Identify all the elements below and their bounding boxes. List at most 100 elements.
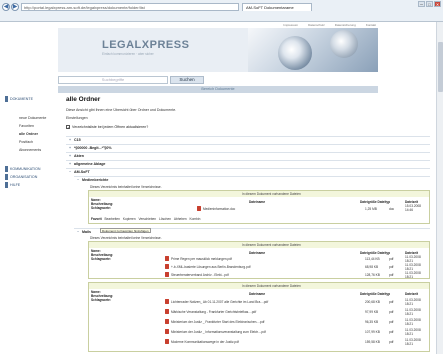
- delete-link[interactable]: Löschen: [159, 217, 171, 221]
- close-icon[interactable]: ✕: [434, 1, 441, 7]
- move-link[interactable]: Verschieben: [139, 217, 157, 221]
- collapse-icon[interactable]: −: [74, 230, 82, 234]
- file-date: 11.03.2008 18:21: [405, 338, 421, 346]
- refresh-setting: ✓ Verzeichnisliste bei jedem Öffnen aktu…: [66, 125, 148, 130]
- folder-row[interactable]: + allgemeine Ablage: [66, 160, 430, 167]
- favorite-link[interactable]: Favorit: [91, 217, 102, 221]
- sidebar: DOKUMENTE neue Dokumente Favoriten alle …: [0, 96, 58, 354]
- collapse-icon[interactable]: −: [74, 178, 82, 182]
- file-type: doc: [389, 207, 395, 211]
- search-input[interactable]: Suchbegriffe: [58, 76, 168, 84]
- pdf-icon: [165, 319, 169, 324]
- column-header-date: Dateizeit: [405, 292, 419, 296]
- logo-tagline: Einfach kommunizieren · aber sicher: [102, 52, 154, 56]
- file-size: 128,76 KB: [365, 273, 380, 277]
- pdf-icon: [165, 264, 169, 269]
- file-type: pdf: [389, 273, 394, 277]
- folder-row[interactable]: + C15: [66, 136, 430, 143]
- file-type: pdf: [389, 340, 394, 344]
- document-card: In diesem Dokument vorhandene Dateien Na…: [88, 282, 430, 352]
- address-bar[interactable]: http://portal.legalxpress.am-soft.de/leg…: [21, 3, 239, 11]
- sidebar-item-new-documents[interactable]: neue Dokumente: [19, 116, 46, 120]
- lens-graphic: [330, 30, 358, 58]
- checkout-link[interactable]: Abheben: [174, 217, 187, 221]
- folder-row[interactable]: − AM-SoFT: [66, 168, 430, 175]
- header-image: [248, 28, 378, 72]
- folder-note: Dieses Verzeichnis beinhaltet keine Verz…: [90, 185, 162, 189]
- sidebar-item-subscriptions[interactable]: Abonnements: [19, 148, 41, 152]
- column-header-filename: Dateiname: [249, 251, 266, 255]
- maximize-icon[interactable]: □: [426, 1, 433, 7]
- file-date: 11.03.2008 18:21: [405, 318, 421, 326]
- toplink-impressum[interactable]: Impressum: [283, 23, 298, 27]
- back-icon[interactable]: ◀: [2, 3, 10, 11]
- file-link[interactable]: +-b-XML-basierte Lösungen aus Berlin-Bra…: [171, 265, 351, 269]
- copy-link[interactable]: Kopieren: [123, 217, 136, 221]
- file-type: pdf: [389, 265, 394, 269]
- forward-icon[interactable]: ▶: [11, 3, 19, 11]
- pdf-icon: [165, 309, 169, 314]
- pdf-icon: [165, 256, 169, 261]
- file-link[interactable]: Moderne Kommunikationswege in der Justiz…: [171, 340, 361, 344]
- file-type: pdf: [389, 300, 394, 304]
- column-header-size-type: Dateigröße Dateityp: [360, 251, 391, 255]
- folder-row[interactable]: + *§00000 -Beglt...*°§0%: [66, 144, 430, 151]
- file-date: 11.03.2008 18:21: [405, 308, 421, 316]
- files-info: In diesem Dokument vorhandene Dateien: [89, 191, 429, 197]
- column-header-size-type: Dateigröße Dateityp: [360, 200, 391, 204]
- pdf-icon: [165, 299, 169, 304]
- logo[interactable]: LEGALXPRESS: [102, 39, 189, 51]
- refresh-checkbox[interactable]: ✓: [66, 125, 70, 130]
- column-header-filename: Dateiname: [249, 200, 266, 204]
- vertical-scrollbar[interactable]: [436, 22, 443, 354]
- combine-link[interactable]: Kombin: [190, 217, 201, 221]
- edit-link[interactable]: Bearbeiten: [105, 217, 120, 221]
- file-link[interactable]: Märkische Veranstaltung - Frankfurter Ge…: [171, 310, 361, 314]
- file-date: 11.03.2008 18:21: [405, 298, 421, 306]
- search-button[interactable]: Suchen: [170, 76, 204, 84]
- column-header-size-type: Dateigröße Dateityp: [360, 292, 391, 296]
- toplink-datensicherung[interactable]: Datensicherung: [335, 23, 356, 27]
- sidebar-documents[interactable]: DOKUMENTE: [5, 96, 55, 102]
- sidebar-communication[interactable]: KOMMUNIKATION: [5, 166, 55, 172]
- file-date: 11.03.2008 18:21: [405, 328, 421, 336]
- sidebar-help[interactable]: HILFE: [5, 182, 55, 188]
- file-size: 68,98 KB: [365, 265, 379, 269]
- file-link[interactable]: Ministerium der Justiz _ Informationsver…: [171, 330, 361, 334]
- file-size: 97,99 KB: [365, 310, 379, 314]
- file-link[interactable]: Medieninformation.doc: [203, 207, 343, 211]
- minimize-icon[interactable]: ─: [418, 1, 425, 7]
- file-type: pdf: [389, 257, 394, 261]
- area-bar: Bereich Dokumente: [58, 86, 378, 93]
- collapse-icon[interactable]: −: [66, 170, 74, 174]
- toplink-kontakt[interactable]: Kontakt: [366, 23, 376, 27]
- subfolder-row[interactable]: − Medienberichte: [74, 176, 430, 183]
- expand-icon[interactable]: +: [66, 162, 74, 166]
- expand-icon[interactable]: +: [66, 154, 74, 158]
- window-controls: ─ □ ✕: [418, 1, 441, 7]
- document-actions: Favorit Bearbeiten Kopieren Verschieben …: [91, 217, 200, 221]
- tags-label: Schlagworte:: [91, 206, 112, 210]
- sidebar-organisation[interactable]: ORGANISATION: [5, 174, 55, 180]
- pdf-icon: [165, 329, 169, 334]
- toplink-datenschutz[interactable]: Datenschutz: [308, 23, 325, 27]
- expand-icon[interactable]: +: [66, 146, 74, 150]
- browser-tab[interactable]: AM-SoFT Dokumentarame: [242, 3, 312, 11]
- sidebar-item-mailbox[interactable]: Postfach: [19, 140, 33, 144]
- expand-icon[interactable]: +: [66, 138, 74, 142]
- pdf-icon: [165, 272, 169, 277]
- file-link[interactable]: Steuerberaterverband Archiv - Elekt...pd…: [171, 273, 351, 277]
- file-date: 11.03.2008 18:21: [405, 263, 421, 271]
- scrollbar-thumb[interactable]: [438, 42, 443, 92]
- tags-label: Schlagworte:: [91, 257, 112, 261]
- file-size: 1,25 MB: [365, 207, 377, 211]
- sidebar-item-favorites[interactable]: Favoriten: [19, 124, 34, 128]
- page-title: alle Ordner: [66, 96, 101, 103]
- file-date: 11.03.2008 18:21: [405, 271, 421, 279]
- file-link[interactable]: Prime Regen per mausklick meldungen.pdf: [171, 257, 351, 261]
- folder-row[interactable]: + Akten: [66, 152, 430, 159]
- sidebar-item-all-folders[interactable]: alle Ordner: [19, 132, 38, 136]
- file-type: pdf: [389, 310, 394, 314]
- file-link[interactable]: Lichtenrader Notizen_ Ab 01.11.2007 alle…: [171, 300, 361, 304]
- file-link[interactable]: Ministerium der Justiz _ Frankfurter Sta…: [171, 320, 361, 324]
